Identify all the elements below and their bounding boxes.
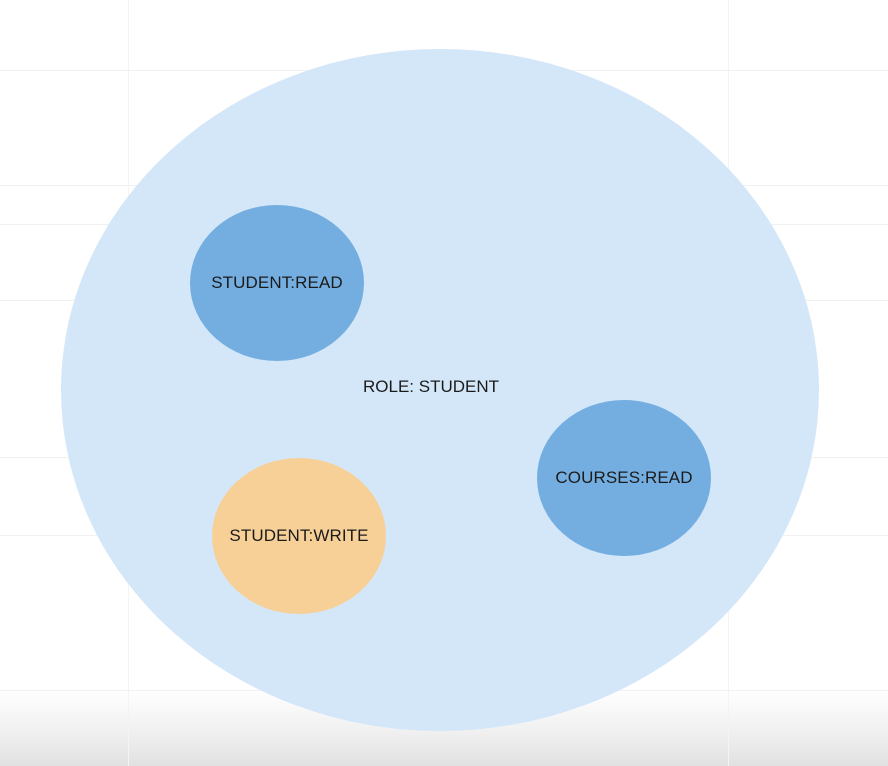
permission-label: STUDENT:READ <box>211 273 343 292</box>
role-label: ROLE: STUDENT <box>363 377 500 396</box>
permission-student-write[interactable]: STUDENT:WRITE <box>212 458 386 614</box>
permission-label: COURSES:READ <box>555 468 693 487</box>
permission-student-read[interactable]: STUDENT:READ <box>190 205 364 361</box>
permission-courses-read[interactable]: COURSES:READ <box>537 400 711 556</box>
permission-label: STUDENT:WRITE <box>229 526 369 545</box>
diagram-canvas: ROLE: STUDENT STUDENT:READ COURSES:READ … <box>0 0 888 766</box>
